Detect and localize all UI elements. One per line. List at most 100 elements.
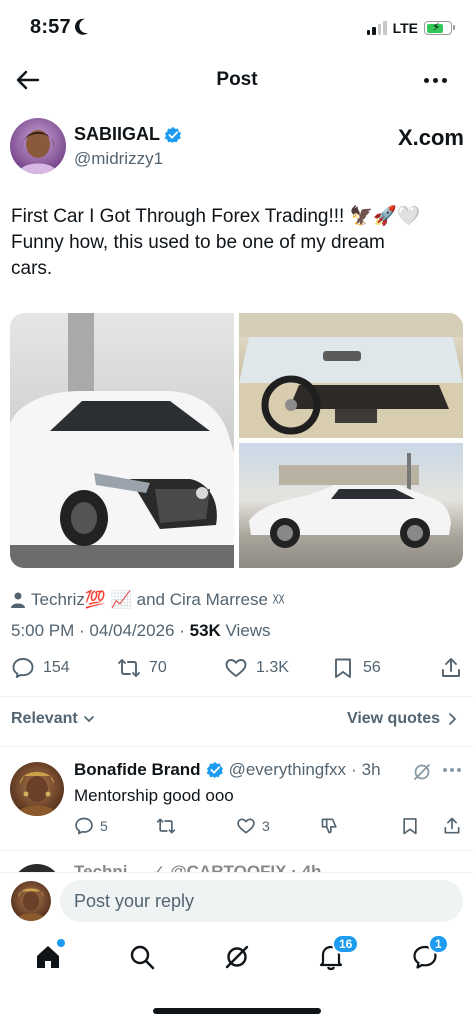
car-interior-photo[interactable] xyxy=(239,313,463,438)
author-handle[interactable]: @midrizzy1 xyxy=(74,149,163,169)
reply-item[interactable]: Bonafide Brand @everythingfxx · 3h Mento… xyxy=(0,750,474,850)
tweet-line: First Car I Got Through Forex Trading!!!… xyxy=(11,206,421,227)
reply-bookmark-button[interactable] xyxy=(400,816,420,836)
bottom-tab-bar: 16 1 xyxy=(0,930,474,986)
view-quotes-link[interactable]: View quotes xyxy=(347,710,458,728)
tab-home[interactable] xyxy=(31,939,65,974)
share-icon xyxy=(442,658,460,677)
next-reply-avatar xyxy=(12,864,62,872)
bookmark-icon xyxy=(403,818,417,835)
heart-icon xyxy=(225,659,247,677)
reply-icon xyxy=(12,658,34,678)
divider xyxy=(0,696,474,697)
repost-icon xyxy=(118,659,140,677)
author-name[interactable]: SABIIGAL xyxy=(74,124,160,145)
chevron-down-icon xyxy=(83,716,94,723)
share-icon xyxy=(444,817,460,834)
signal-icon xyxy=(366,21,387,35)
status-time: 8:57 xyxy=(30,16,71,38)
reply-button[interactable]: 154 xyxy=(11,656,70,680)
grok-icon xyxy=(225,945,249,969)
page-title: Post xyxy=(216,69,258,90)
media-gallery xyxy=(10,313,463,568)
verified-badge-icon xyxy=(206,761,223,779)
bookmark-icon xyxy=(335,658,351,678)
home-indicator xyxy=(153,1008,321,1014)
person-icon xyxy=(11,592,25,608)
reply-more-icon[interactable] xyxy=(443,768,461,772)
divider xyxy=(0,850,474,851)
tweet-line: cars. xyxy=(11,258,53,279)
bookmark-count: 56 xyxy=(363,659,381,676)
battery-icon: ⚡ xyxy=(424,20,455,35)
post-author: SABIIGAL @midrizzy1 X.com xyxy=(10,118,464,178)
repost-button[interactable]: 70 xyxy=(117,656,167,680)
moon-icon xyxy=(75,18,88,35)
home-unread-dot xyxy=(57,939,65,947)
reply-actions: 5 3 xyxy=(74,816,464,838)
post-actions: 154 70 1.3K 56 xyxy=(0,656,474,688)
reply-header: Bonafide Brand @everythingfxx · 3h xyxy=(74,760,381,780)
reply-like-button[interactable]: 3 xyxy=(236,816,270,836)
like-button[interactable]: 1.3K xyxy=(224,656,289,680)
my-avatar xyxy=(11,881,51,921)
liked-by-text[interactable]: Techriz💯 📈 and Cira Marrese ᵡᵡ xyxy=(31,590,284,610)
separator: · xyxy=(350,760,357,779)
search-icon xyxy=(130,945,155,970)
like-count: 1.3K xyxy=(256,659,289,676)
divider xyxy=(0,746,474,747)
top-nav: Post xyxy=(0,56,474,106)
reply-reply-button[interactable]: 5 xyxy=(74,816,108,836)
sort-replies-dropdown[interactable]: Relevant xyxy=(11,710,96,728)
post-meta: 5:00 PM · 04/04/2026 · 53K Views xyxy=(11,621,271,641)
reply-share-button[interactable] xyxy=(442,816,462,836)
reply-avatar[interactable] xyxy=(10,762,64,816)
tab-notifications[interactable]: 16 xyxy=(314,934,360,974)
verified-badge-icon xyxy=(164,126,182,143)
share-button[interactable] xyxy=(439,656,463,680)
next-reply-header: Techni ... ✓ @CARTOOFIX · 4h xyxy=(74,862,322,872)
reply-author-handle[interactable]: @everythingfxx xyxy=(229,760,346,780)
grok-icon[interactable] xyxy=(412,762,432,782)
author-name-row[interactable]: SABIIGAL xyxy=(74,124,182,145)
reply-composer xyxy=(0,872,474,928)
reply-text: Mentorship good ooo xyxy=(74,786,234,805)
tab-messages[interactable]: 1 xyxy=(408,934,449,974)
view-quotes-label[interactable]: View quotes xyxy=(347,710,440,728)
reply-count: 154 xyxy=(43,659,70,676)
reply-author-name[interactable]: Bonafide Brand xyxy=(74,760,201,780)
repost-count: 70 xyxy=(149,659,167,676)
reply-icon xyxy=(75,817,93,835)
tab-grok[interactable] xyxy=(220,940,254,974)
views-label: Views xyxy=(220,621,271,640)
reply-like-count: 3 xyxy=(262,818,270,834)
sort-label[interactable]: Relevant xyxy=(11,710,78,728)
x-brand-logo: X.com xyxy=(397,125,464,150)
car-front-photo[interactable] xyxy=(10,313,234,568)
status-indicators: LTE ⚡ xyxy=(366,20,455,36)
car-side-photo[interactable] xyxy=(239,443,463,568)
tweet-text: First Car I Got Through Forex Trading!!!… xyxy=(11,204,461,282)
repost-icon xyxy=(156,818,176,834)
notifications-badge: 16 xyxy=(332,934,360,954)
author-avatar[interactable] xyxy=(10,118,66,174)
reply-time: 3h xyxy=(361,760,381,779)
more-options-icon[interactable] xyxy=(424,68,450,92)
reply-reply-count: 5 xyxy=(100,818,108,834)
status-bar: 8:57 LTE ⚡ xyxy=(0,0,474,56)
views-count: 53K xyxy=(189,621,221,640)
reply-input[interactable] xyxy=(60,880,463,922)
network-label: LTE xyxy=(392,20,418,36)
tweet-line: Funny how, this used to be one of my dre… xyxy=(11,232,385,253)
bookmark-button[interactable]: 56 xyxy=(331,656,381,680)
tab-search[interactable] xyxy=(125,940,159,974)
messages-badge: 1 xyxy=(428,934,449,954)
social-context[interactable]: Techriz💯 📈 and Cira Marrese ᵡᵡ xyxy=(11,590,284,610)
chevron-right-icon xyxy=(449,713,457,725)
thumbs-down-icon xyxy=(321,818,337,834)
reply-dislike-button[interactable] xyxy=(320,816,340,836)
reply-repost-button[interactable] xyxy=(156,816,176,836)
next-reply-peek[interactable]: Techni ... ✓ @CARTOOFIX · 4h xyxy=(0,852,474,872)
post-timestamp: 5:00 PM · 04/04/2026 · xyxy=(11,621,190,640)
home-icon xyxy=(37,946,59,968)
